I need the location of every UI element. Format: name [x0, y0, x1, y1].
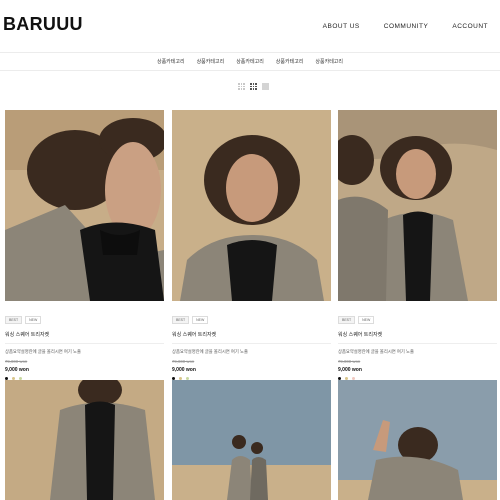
product-image[interactable] — [5, 380, 164, 500]
product-description: 상품요약설명란에 글을 올리시면 여기 노출 — [172, 349, 248, 354]
best-badge: BEST — [338, 316, 356, 324]
nav-about-us[interactable]: ABOUT US — [323, 23, 360, 30]
sale-price: 9,000 won — [172, 367, 196, 373]
category-link[interactable]: 상품카테고리 — [157, 58, 185, 65]
divider — [338, 343, 497, 344]
site-logo[interactable]: BARUUU — [3, 14, 83, 35]
product-image[interactable] — [172, 380, 331, 500]
product-name[interactable]: 워싱 스퀘어 트리자켓 — [338, 331, 497, 338]
product-info: BEST NEW 워싱 스퀘어 트리자켓 상품요약설명란에 글을 올리시면 여기… — [338, 306, 497, 380]
new-badge: NEW — [192, 316, 209, 324]
product-info: BEST NEW 워싱 스퀘어 트리자켓 상품요약설명란에 글을 올리시면 여기… — [172, 306, 331, 380]
product-description: 상품요약설명란에 글을 올리시면 여기 노출 — [338, 349, 414, 354]
product-image[interactable] — [338, 380, 497, 500]
category-link[interactable]: 상품카테고리 — [276, 58, 304, 65]
category-link[interactable]: 상품카테고리 — [315, 58, 343, 65]
product-image[interactable] — [338, 110, 497, 301]
divider — [172, 343, 331, 344]
original-price: 79,000 won — [338, 359, 361, 364]
sale-price: 9,000 won — [338, 367, 362, 373]
new-badge: NEW — [25, 316, 42, 324]
divider — [5, 343, 164, 344]
sale-price: 9,000 won — [5, 367, 29, 373]
view-toggle — [238, 83, 269, 90]
product-name[interactable]: 워싱 스퀘어 트리자켓 — [172, 331, 331, 338]
best-badge: BEST — [172, 316, 190, 324]
original-price: 79,000 won — [172, 359, 195, 364]
nav-community[interactable]: COMMUNITY — [384, 23, 429, 30]
site-header: BARUUU ABOUT US COMMUNITY ACCOUNT — [0, 0, 500, 53]
product-name[interactable]: 워싱 스퀘어 트리자켓 — [5, 331, 164, 338]
list-icon[interactable] — [262, 83, 269, 90]
product-image[interactable] — [172, 110, 331, 301]
grid-3-icon[interactable] — [238, 83, 245, 90]
nav-account[interactable]: ACCOUNT — [452, 23, 488, 30]
grid-4-icon[interactable] — [250, 83, 257, 90]
category-link[interactable]: 상품카테고리 — [197, 58, 225, 65]
category-bar: 상품카테고리 상품카테고리 상품카테고리 상품카테고리 상품카테고리 — [0, 53, 500, 71]
product-image[interactable] — [5, 110, 164, 301]
top-nav: ABOUT US COMMUNITY ACCOUNT — [323, 23, 488, 30]
original-price: 79,000 won — [5, 359, 28, 364]
product-info: BEST NEW 워싱 스퀘어 트리자켓 상품요약설명란에 글을 올리시면 여기… — [5, 306, 164, 380]
category-link[interactable]: 상품카테고리 — [236, 58, 264, 65]
product-description: 상품요약설명란에 글을 올리시면 여기 노출 — [5, 349, 81, 354]
new-badge: NEW — [358, 316, 375, 324]
best-badge: BEST — [5, 316, 23, 324]
